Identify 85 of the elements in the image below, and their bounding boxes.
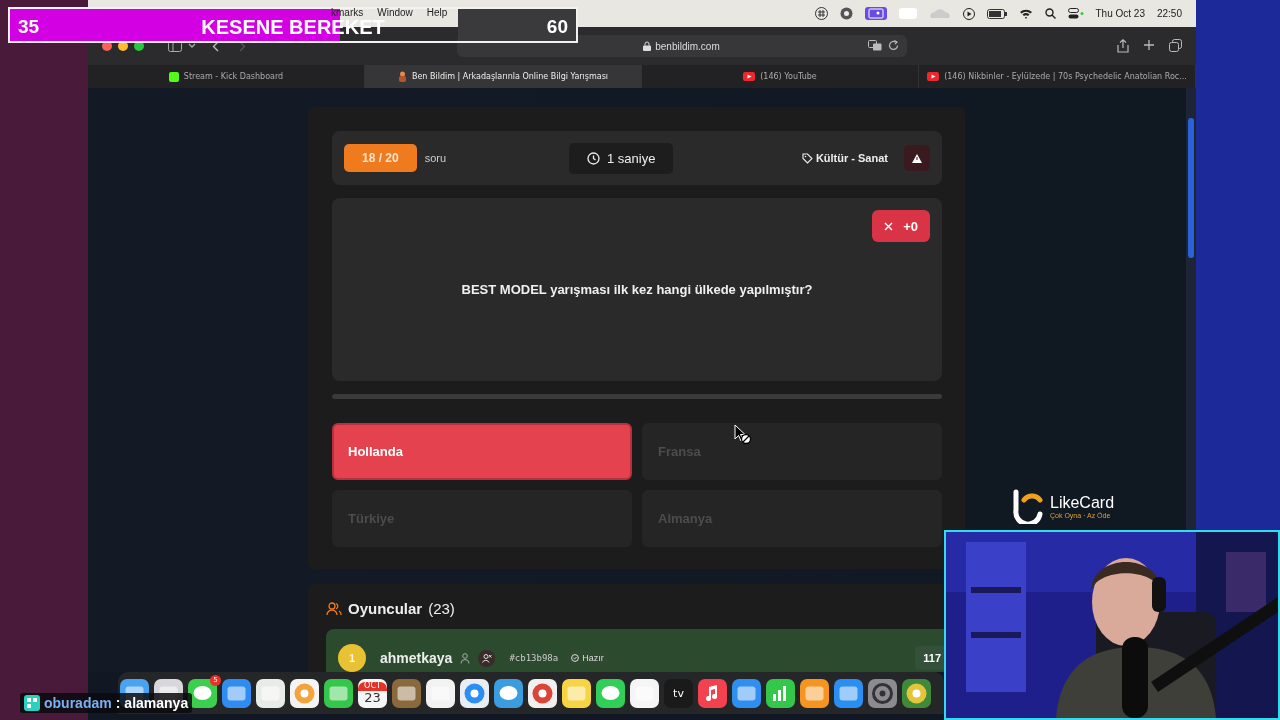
chat-separator: : <box>115 695 121 711</box>
chevron-down-icon[interactable] <box>188 43 196 49</box>
tag-icon <box>801 152 813 164</box>
logo-icon <box>1010 488 1046 524</box>
close-button[interactable] <box>102 41 112 51</box>
rank-badge: 1 <box>338 644 366 672</box>
ready-badge: Hazır <box>566 651 609 665</box>
chat-message: alamanya <box>124 695 189 711</box>
app-icon[interactable] <box>460 678 489 708</box>
calendar-month: OCT <box>358 682 387 691</box>
app-icon[interactable] <box>324 678 353 708</box>
wifi-icon[interactable] <box>1018 8 1033 19</box>
play-icon[interactable] <box>962 7 975 20</box>
figure-icon <box>397 71 407 82</box>
report-button[interactable] <box>904 145 930 171</box>
menu-item[interactable]: Help <box>426 8 448 18</box>
menu-bar-clock: 22:50 <box>1156 8 1182 19</box>
screen-share-icon[interactable] <box>864 7 887 20</box>
chat-username: oburadam <box>44 695 112 711</box>
kick-icon <box>168 71 179 82</box>
kick-player-button[interactable] <box>478 649 496 667</box>
battery-icon[interactable] <box>986 8 1007 19</box>
user-icon <box>460 652 471 664</box>
minimize-button[interactable] <box>118 41 128 51</box>
app-icon[interactable] <box>392 678 421 708</box>
warning-icon <box>912 153 922 163</box>
tv-label: tv <box>673 686 684 700</box>
scrollbar-thumb[interactable] <box>1188 118 1194 258</box>
category-label: Kültür - Sanat <box>815 152 888 164</box>
app-icon[interactable] <box>562 678 591 708</box>
sponsor-name: LikeCard <box>1050 493 1115 512</box>
not-allowed-cursor-icon <box>734 424 752 446</box>
reload-icon[interactable] <box>887 40 899 51</box>
calendar-day: 23 <box>364 690 381 704</box>
player-code: #cb13b98a <box>509 653 559 663</box>
app-icon[interactable] <box>494 678 523 708</box>
youtube-icon <box>927 72 940 81</box>
app-icon[interactable] <box>596 678 625 708</box>
players-count: (23) <box>428 600 455 617</box>
counter-label: soru <box>424 152 447 164</box>
sidebar-icon[interactable] <box>168 40 182 52</box>
clock-icon <box>587 152 600 165</box>
app-icon[interactable] <box>188 678 217 708</box>
app-icon[interactable] <box>222 678 251 708</box>
close-icon <box>884 221 894 231</box>
menu-item[interactable]: Window <box>377 8 413 18</box>
tabs-overview-icon[interactable] <box>1169 39 1182 52</box>
app-icon[interactable] <box>528 678 557 708</box>
lock-icon <box>643 41 652 51</box>
share-icon[interactable] <box>1117 39 1129 53</box>
maximize-button[interactable] <box>134 41 144 51</box>
chat-badge-icon <box>24 695 40 711</box>
timer: 1 saniye <box>569 143 674 174</box>
control-center-icon[interactable] <box>1067 8 1084 19</box>
app-icon[interactable] <box>732 678 761 708</box>
app-icon[interactable] <box>902 678 931 708</box>
translate-icon[interactable] <box>867 40 882 51</box>
menu-bar-date: Thu Oct 23 <box>1095 8 1145 19</box>
remove-user-icon <box>481 653 492 663</box>
question-text: BEST MODEL yarışması ilk kez hangi ülkede yapılmıştır? <box>461 282 813 297</box>
grid-icon[interactable] <box>814 7 828 20</box>
plus-icon[interactable] <box>1143 39 1155 51</box>
users-icon <box>326 601 342 616</box>
app-icon[interactable] <box>834 678 863 708</box>
search-icon[interactable] <box>1044 8 1056 19</box>
app-icon[interactable] <box>698 678 727 708</box>
goal-target: 60 <box>546 19 568 36</box>
app-icon[interactable]: OCT 23 <box>358 678 387 708</box>
browser-tab[interactable]: Ben Bildim | Arkadaşlarınla Online Bilgi Yarışması <box>365 65 642 88</box>
app-icon[interactable] <box>800 678 829 708</box>
app-icon[interactable]: tv <box>664 678 693 708</box>
gauge-icon[interactable] <box>839 7 853 20</box>
player-name: ahmetkaya <box>380 650 453 666</box>
players-title: Oyuncular <box>348 600 423 617</box>
question-counter: 18 / 20 <box>344 144 417 172</box>
youtube-icon <box>743 72 756 81</box>
goal-current: 35 <box>18 19 40 36</box>
app-icon[interactable] <box>426 678 455 708</box>
app-icon[interactable] <box>766 678 795 708</box>
points-text: +0 <box>903 218 918 234</box>
app-icon[interactable] <box>630 678 659 708</box>
app-icon[interactable] <box>256 678 285 708</box>
app-icon[interactable] <box>290 678 319 708</box>
answer-option[interactable]: Hollanda <box>332 423 632 480</box>
address-bar[interactable]: benbildim.com <box>456 35 907 57</box>
